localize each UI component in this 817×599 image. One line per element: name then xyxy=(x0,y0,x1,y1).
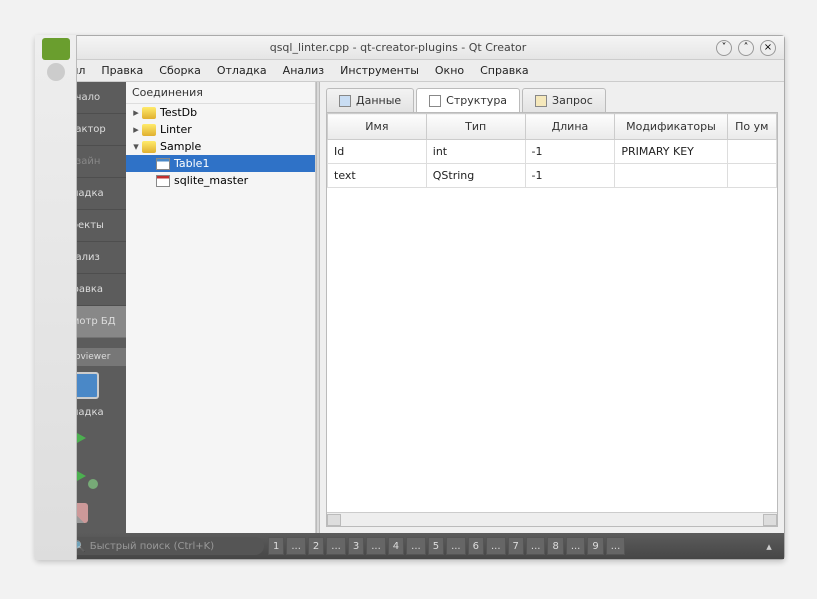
menu-edit[interactable]: Правка xyxy=(94,61,150,80)
output-pane-button[interactable]: ... xyxy=(406,537,426,555)
output-pane-button[interactable]: 1 xyxy=(268,537,284,555)
database-icon xyxy=(142,141,156,153)
table-row[interactable]: textQString-1 xyxy=(328,164,777,188)
output-pane-button[interactable]: ... xyxy=(486,537,506,555)
tree-label: Linter xyxy=(160,123,192,136)
col-len[interactable]: Длина xyxy=(525,114,615,140)
output-pane-button[interactable]: ... xyxy=(566,537,586,555)
window-title: qsql_linter.cpp - qt-creator-plugins - Q… xyxy=(86,41,710,54)
tab-query[interactable]: Запрос xyxy=(522,88,606,112)
cell-name: text xyxy=(328,164,427,188)
output-pane-button[interactable]: 4 xyxy=(388,537,404,555)
cell-type: int xyxy=(426,140,525,164)
tree-table[interactable]: Table1 xyxy=(126,155,315,172)
col-type[interactable]: Тип xyxy=(426,114,525,140)
twisty-icon[interactable]: ▾ xyxy=(130,140,142,153)
menu-window[interactable]: Окно xyxy=(428,61,471,80)
output-pane-button[interactable]: ... xyxy=(446,537,466,555)
main-window: qsql_linter.cpp - qt-creator-plugins - Q… xyxy=(35,35,785,560)
os-app-icon[interactable] xyxy=(47,63,65,81)
status-bar: ◧ 🔍 Быстрый поиск (Ctrl+K) 1...2...3...4… xyxy=(36,533,784,559)
output-pane-button[interactable]: ... xyxy=(286,537,306,555)
cell-default xyxy=(727,140,776,164)
menu-help[interactable]: Справка xyxy=(473,61,535,80)
database-icon xyxy=(142,107,156,119)
twisty-icon[interactable]: ▸ xyxy=(130,123,142,136)
tree-table[interactable]: sqlite_master xyxy=(126,172,315,189)
table-icon xyxy=(429,95,441,107)
menu-build[interactable]: Сборка xyxy=(152,61,208,80)
cell-len: -1 xyxy=(525,164,615,188)
tree-label: sqlite_master xyxy=(174,174,248,187)
tab-data[interactable]: Данные xyxy=(326,88,414,112)
output-pane-button[interactable]: ... xyxy=(366,537,386,555)
query-icon xyxy=(535,95,547,107)
connections-panel: Соединения ▸ TestDb ▸ Linter ▾ Sample Table1 sq… xyxy=(126,82,316,533)
tree-db[interactable]: ▸ Linter xyxy=(126,121,315,138)
output-pane-button[interactable]: 2 xyxy=(308,537,324,555)
menu-debug[interactable]: Отладка xyxy=(210,61,274,80)
col-default[interactable]: По ум xyxy=(727,114,776,140)
cell-type: QString xyxy=(426,164,525,188)
database-icon xyxy=(142,124,156,136)
menubar: Файл Правка Сборка Отладка Анализ Инстру… xyxy=(36,60,784,82)
menu-tools[interactable]: Инструменты xyxy=(333,61,426,80)
output-pane-button[interactable]: ... xyxy=(606,537,626,555)
cell-name: Id xyxy=(328,140,427,164)
tree-db[interactable]: ▾ Sample xyxy=(126,138,315,155)
output-pane-button[interactable]: 9 xyxy=(587,537,603,555)
tree-label: Table1 xyxy=(174,157,209,170)
table-icon xyxy=(156,158,170,170)
tree-label: Sample xyxy=(160,140,201,153)
table-row[interactable]: Idint-1PRIMARY KEY xyxy=(328,140,777,164)
scroll-right-icon[interactable] xyxy=(763,514,777,526)
close-button[interactable]: × xyxy=(760,40,776,56)
output-pane-button[interactable]: 6 xyxy=(468,537,484,555)
structure-table: Имя Тип Длина Модификаторы По ум Idint-1… xyxy=(327,113,777,188)
table-icon xyxy=(156,175,170,187)
search-placeholder: Быстрый поиск (Ctrl+K) xyxy=(90,541,214,552)
cell-mods: PRIMARY KEY xyxy=(615,140,727,164)
cell-len: -1 xyxy=(525,140,615,164)
output-pane-button[interactable]: 7 xyxy=(508,537,524,555)
output-toggle[interactable]: ▴ xyxy=(760,537,778,555)
col-mods[interactable]: Модификаторы xyxy=(615,114,727,140)
output-pane-button[interactable]: 8 xyxy=(547,537,563,555)
tree-db[interactable]: ▸ TestDb xyxy=(126,104,315,121)
tab-structure[interactable]: Структура xyxy=(416,88,520,112)
os-menu-icon[interactable] xyxy=(42,38,70,60)
col-name[interactable]: Имя xyxy=(328,114,427,140)
maximize-button[interactable]: ˄ xyxy=(738,40,754,56)
quick-search[interactable]: 🔍 Быстрый поиск (Ctrl+K) xyxy=(64,537,264,555)
h-scrollbar[interactable] xyxy=(327,512,777,526)
output-pane-button[interactable]: 3 xyxy=(348,537,364,555)
tree-label: TestDb xyxy=(160,106,197,119)
output-pane-button[interactable]: 5 xyxy=(428,537,444,555)
connections-tree[interactable]: ▸ TestDb ▸ Linter ▾ Sample Table1 sqlite_master xyxy=(126,104,315,533)
output-pane-button[interactable]: ... xyxy=(526,537,546,555)
grid-icon xyxy=(339,95,351,107)
twisty-icon[interactable]: ▸ xyxy=(130,106,142,119)
connections-header: Соединения xyxy=(126,82,315,104)
cell-default xyxy=(727,164,776,188)
output-pane-button[interactable]: ... xyxy=(326,537,346,555)
main-pane: Данные Структура Запрос Имя Тип Длина Мо… xyxy=(320,82,784,533)
scroll-left-icon[interactable] xyxy=(327,514,341,526)
minimize-button[interactable]: ˅ xyxy=(716,40,732,56)
menu-analyze[interactable]: Анализ xyxy=(276,61,332,80)
cell-mods xyxy=(615,164,727,188)
